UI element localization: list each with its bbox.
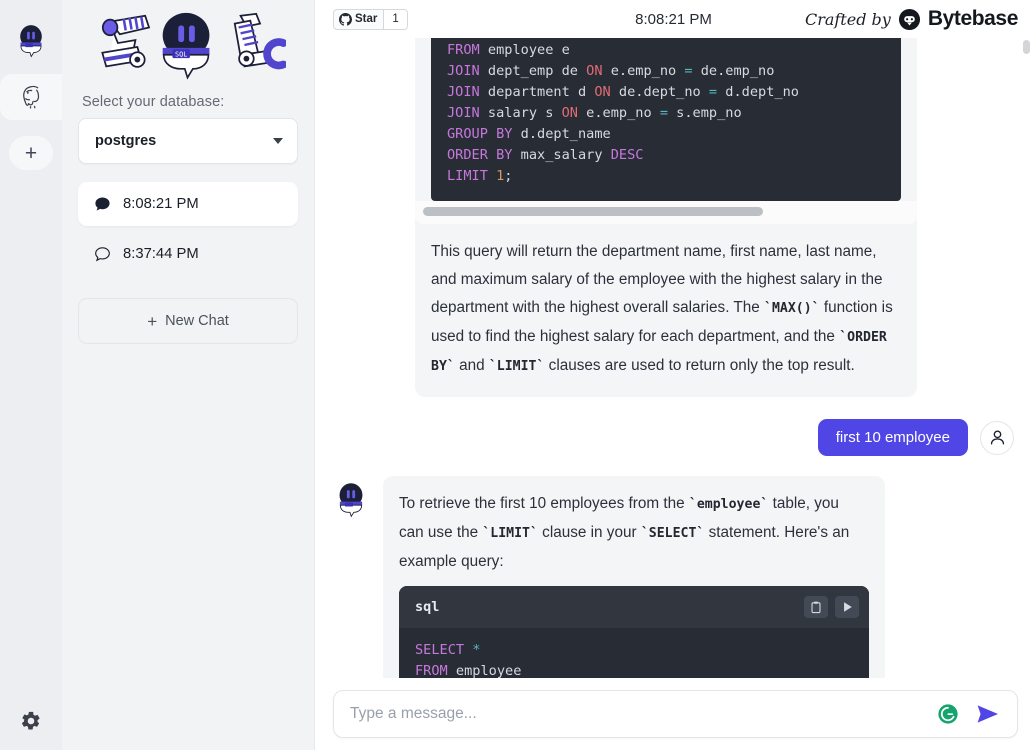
chevron-down-icon: [273, 138, 283, 144]
user-bubble: first 10 employee: [817, 419, 968, 456]
chat-history-item-time: 8:37:44 PM: [123, 246, 199, 262]
code-block-2-header: sql: [399, 586, 869, 628]
chat-history-item-1[interactable]: 8:08:21 PM: [78, 182, 298, 226]
send-button[interactable]: [971, 697, 1005, 731]
play-icon: [843, 602, 852, 612]
code-block-1-content: FROM employee e JOIN dept_emp de ON e.em…: [447, 42, 799, 184]
inline-code-max: `MAX()`: [764, 301, 820, 316]
database-select-value: postgres: [95, 133, 157, 149]
database-select-label: Select your database:: [82, 94, 225, 110]
postgres-elephant-icon: [23, 85, 40, 109]
assistant-bubble-1: FROM employee e JOIN dept_emp de ON e.em…: [415, 38, 917, 397]
assistant-text-2: To retrieve the first 10 employees from …: [399, 495, 850, 570]
code-block-1: FROM employee e JOIN dept_emp de ON e.em…: [431, 38, 901, 201]
top-bar: Star 1 8:08:21 PM Crafted by Bytebase: [315, 0, 1032, 38]
plus-icon: +: [147, 311, 158, 331]
github-icon: [339, 12, 352, 26]
rail-item-sql-chat-logo[interactable]: [8, 18, 54, 64]
rail-item-postgres-db[interactable]: [0, 74, 62, 120]
icon-rail: +: [0, 0, 62, 750]
inline-code-employee: `employee`: [688, 497, 769, 512]
rail-item-add-connection[interactable]: +: [8, 130, 54, 176]
add-connection-button[interactable]: +: [9, 136, 53, 170]
chat-history-list: 8:08:21 PM 8:37:44 PM: [78, 182, 298, 276]
new-chat-button[interactable]: + New Chat: [78, 298, 298, 344]
sidebar: SQL Select your database: postgres 8:08:…: [62, 0, 315, 750]
sql-bot-icon: [20, 25, 42, 58]
app-root: + SQL Select your database: postgres 8:0…: [0, 0, 1032, 750]
settings-button[interactable]: [16, 706, 46, 736]
crafted-by-label: Crafted by: [804, 9, 891, 29]
run-code-button[interactable]: [835, 596, 859, 618]
code-block-1-hscroll[interactable]: [415, 201, 917, 224]
bytebase-logo-icon: [898, 8, 920, 30]
chat-history-item-time: 8:08:21 PM: [123, 196, 199, 212]
github-star-left: Star: [334, 10, 383, 29]
chat-bubble-filled-icon: [95, 197, 110, 211]
github-star-count: 1: [383, 9, 407, 29]
composer-area: [315, 678, 1032, 750]
new-chat-label: New Chat: [165, 313, 229, 329]
inline-code-limit-2: `LIMIT`: [482, 526, 538, 541]
inline-code-limit: `LIMIT`: [488, 359, 545, 374]
send-icon: [977, 705, 998, 723]
message-input[interactable]: [350, 705, 937, 723]
code-language-label: sql: [415, 599, 440, 615]
github-star-button[interactable]: Star 1: [333, 8, 408, 30]
main-panel: Star 1 8:08:21 PM Crafted by Bytebase FR…: [315, 0, 1032, 750]
add-connection-label: +: [24, 141, 38, 165]
code-actions: [804, 596, 859, 618]
user-avatar: [980, 420, 1014, 455]
assistant-bubble-2: To retrieve the first 10 employees from …: [383, 476, 885, 696]
chat-messages: FROM employee e JOIN dept_emp de ON e.em…: [315, 38, 1032, 750]
message-row-assistant-1: FROM employee e JOIN dept_emp de ON e.em…: [415, 38, 1014, 397]
assistant-avatar-icon: [339, 483, 363, 518]
database-select[interactable]: postgres: [78, 118, 298, 164]
sql-chat-logo-icon: SQL: [101, 12, 286, 80]
inline-code-select: `SELECT`: [640, 526, 705, 541]
assistant-text-1: This query will return the department na…: [431, 243, 893, 374]
crafted-by-bytebase[interactable]: Crafted by Bytebase: [805, 7, 1018, 31]
bytebase-wordmark: Bytebase: [927, 7, 1019, 30]
message-row-user: first 10 employee: [333, 419, 1014, 456]
user-icon: [990, 430, 1004, 445]
copy-code-button[interactable]: [804, 596, 828, 618]
code-hscroll-track[interactable]: [423, 207, 909, 216]
sql-chat-logo: SQL: [78, 0, 298, 88]
composer[interactable]: [333, 690, 1018, 738]
gear-icon: [21, 711, 40, 730]
github-star-label: Star: [355, 13, 378, 25]
svg-text:SQL: SQL: [175, 50, 187, 58]
grammarly-icon[interactable]: [937, 703, 959, 725]
message-row-assistant-2: To retrieve the first 10 employees from …: [333, 476, 1014, 696]
chat-bubble-outline-icon: [95, 246, 110, 261]
code-hscroll-thumb[interactable]: [423, 207, 764, 216]
clipboard-icon: [811, 601, 821, 613]
chat-history-item-2[interactable]: 8:37:44 PM: [78, 232, 298, 276]
